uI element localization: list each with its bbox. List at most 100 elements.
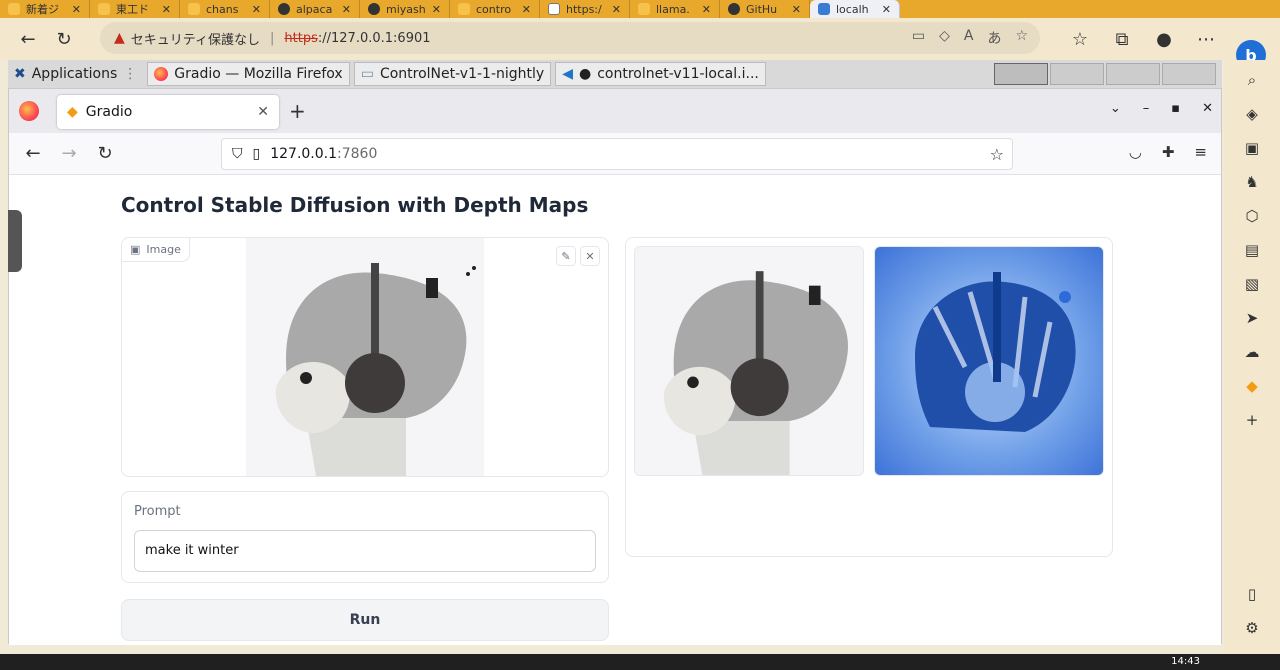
run-button[interactable]: Run xyxy=(121,599,609,641)
workspace-3[interactable] xyxy=(1106,63,1160,85)
edge-tab[interactable]: miyash ✕ xyxy=(360,0,450,18)
pocket-icon[interactable]: ◡ xyxy=(1129,143,1142,161)
winter-output-image xyxy=(875,247,1103,475)
shopping-icon[interactable]: ◈ xyxy=(1240,102,1264,126)
forward-icon[interactable]: → xyxy=(51,143,87,164)
collections-icon[interactable]: ⧉ xyxy=(1104,21,1140,57)
gradio-icon[interactable]: ◆ xyxy=(1240,374,1264,398)
edge-sidebar: ⌕ ◈ ▣ ♞ ⬡ ▤ ▧ ➤ ☁ ◆ + ▯ ⚙ xyxy=(1224,60,1280,670)
close-window-icon[interactable]: ✕ xyxy=(1202,101,1213,116)
profile-icon[interactable]: ● xyxy=(1146,21,1182,57)
tag-icon[interactable]: ◇ xyxy=(939,28,950,48)
gradio-page: Control Stable Diffusion with Depth Maps… xyxy=(9,175,1221,645)
shield-icon: ⛉ xyxy=(232,146,243,162)
firefox-view-icon[interactable] xyxy=(19,101,39,121)
clipboard-icon[interactable]: ▭ xyxy=(912,28,925,48)
close-icon[interactable]: ✕ xyxy=(257,104,269,120)
edge-address-bar[interactable]: ▲ セキュリティ保護なし | https://127.0.0.1:6901 ▭ … xyxy=(100,22,1040,54)
menu-separator-icon: ⋮ xyxy=(123,66,138,82)
firefox-window: ◆ Gradio ✕ + ⌄ – ▪ ✕ ← → ↻ ⛉ ▯ 127.0.0.1… xyxy=(8,88,1222,645)
edge-tab[interactable]: alpaca ✕ xyxy=(270,0,360,18)
workspace-4[interactable] xyxy=(1162,63,1216,85)
split-view-icon[interactable]: ▯ xyxy=(1240,582,1264,606)
gallery-item-depth[interactable] xyxy=(634,246,864,476)
settings-icon[interactable]: ⚙ xyxy=(1240,616,1264,640)
taskbar-clock: 14:43 xyxy=(1171,656,1200,667)
close-icon[interactable]: ✕ xyxy=(792,3,801,16)
xfce-icon: ✖ xyxy=(14,66,26,82)
close-icon[interactable]: ✕ xyxy=(252,3,261,16)
edge-tab[interactable]: 東工ド ✕ xyxy=(90,0,180,18)
reload-icon[interactable]: ↻ xyxy=(87,143,123,164)
image-label: ▣ Image xyxy=(122,238,190,262)
microsoft365-icon[interactable]: ⬡ xyxy=(1240,204,1264,228)
extensions-icon[interactable]: ✚ xyxy=(1162,143,1175,161)
clear-icon[interactable]: ✕ xyxy=(580,246,600,266)
image-input[interactable]: ▣ Image ✎ ✕ xyxy=(121,237,609,477)
workspace-switcher xyxy=(994,63,1216,85)
outlook-icon[interactable]: ▤ xyxy=(1240,238,1264,262)
sidebar-toggle-handle[interactable] xyxy=(8,210,22,272)
menu-icon[interactable]: ≡ xyxy=(1194,143,1207,161)
depth-map-graphic xyxy=(246,238,484,476)
close-icon[interactable]: ✕ xyxy=(342,3,351,16)
github-icon xyxy=(278,3,290,15)
back-icon[interactable]: ← xyxy=(10,21,46,57)
onedrive-icon[interactable]: ☁ xyxy=(1240,340,1264,364)
firefox-icon xyxy=(154,67,169,81)
maximize-icon[interactable]: ▪ xyxy=(1171,101,1180,116)
url-bar[interactable]: ⛉ ▯ 127.0.0.1:7860 ☆ xyxy=(221,138,1013,170)
image-creator-icon[interactable]: ▧ xyxy=(1240,272,1264,296)
edge-tab-active[interactable]: localh ✕ xyxy=(810,0,900,18)
output-gallery xyxy=(625,237,1113,557)
close-icon[interactable]: ✕ xyxy=(882,3,891,16)
address-actions: ▭ ◇ A あ ☆ xyxy=(912,28,1028,48)
close-icon[interactable]: ✕ xyxy=(522,3,531,16)
taskbar-window-firefox[interactable]: Gradio — Mozilla Firefox xyxy=(147,62,350,86)
edge-tab[interactable]: contro ✕ xyxy=(450,0,540,18)
search-icon[interactable]: ⌕ xyxy=(1240,68,1264,92)
edge-tab[interactable]: 新着ジ ✕ xyxy=(0,0,90,18)
edit-icon[interactable]: ✎ xyxy=(556,246,576,266)
tab-favicon-icon xyxy=(98,3,110,15)
close-icon[interactable]: ✕ xyxy=(72,3,81,16)
prompt-input[interactable]: make it winter xyxy=(134,530,596,572)
edge-tab[interactable]: chans ✕ xyxy=(180,0,270,18)
new-tab-icon[interactable]: + xyxy=(289,99,306,123)
image-tools: ✎ ✕ xyxy=(556,246,600,266)
back-icon[interactable]: ← xyxy=(15,143,51,164)
firefox-nav-bar: ← → ↻ ⛉ ▯ 127.0.0.1:7860 ☆ ◡ ✚ ≡ xyxy=(9,133,1221,175)
send-icon[interactable]: ➤ xyxy=(1240,306,1264,330)
taskbar-window-folder[interactable]: ▭ ControlNet-v1-1-nightly xyxy=(353,62,552,86)
more-icon[interactable]: ⋯ xyxy=(1188,21,1224,57)
page-icon xyxy=(548,3,560,15)
taskbar-window-vscode[interactable]: ◀ ● controlnet-v11-local.i... xyxy=(555,62,766,86)
translate-icon[interactable]: あ xyxy=(987,28,1001,48)
close-icon[interactable]: ✕ xyxy=(432,3,441,16)
tools-icon[interactable]: ▣ xyxy=(1240,136,1264,160)
close-icon[interactable]: ✕ xyxy=(702,3,711,16)
gallery-item-winter[interactable] xyxy=(874,246,1104,476)
edge-tab[interactable]: GitHu ✕ xyxy=(720,0,810,18)
minimize-icon[interactable]: – xyxy=(1143,101,1150,116)
image-icon: ▣ xyxy=(130,243,141,256)
read-aloud-icon[interactable]: A xyxy=(964,28,974,48)
add-icon[interactable]: + xyxy=(1240,408,1264,432)
favorites-icon[interactable]: ☆ xyxy=(1062,21,1098,57)
applications-menu[interactable]: ✖ Applications ⋮ xyxy=(8,62,143,86)
unsaved-dot-icon: ● xyxy=(578,66,592,82)
list-tabs-icon[interactable]: ⌄ xyxy=(1110,101,1121,116)
workspace-1[interactable] xyxy=(994,63,1048,85)
favorite-add-icon[interactable]: ☆ xyxy=(1015,28,1028,48)
bookmark-star-icon[interactable]: ☆ xyxy=(990,145,1004,164)
tab-gradio[interactable]: ◆ Gradio ✕ xyxy=(57,95,279,129)
close-icon[interactable]: ✕ xyxy=(162,3,171,16)
games-icon[interactable]: ♞ xyxy=(1240,170,1264,194)
edge-tab[interactable]: llama. ✕ xyxy=(630,0,720,18)
refresh-icon[interactable]: ↻ xyxy=(46,21,82,57)
close-icon[interactable]: ✕ xyxy=(612,3,621,16)
remote-desktop-panel: ✖ Applications ⋮ Gradio — Mozilla Firefo… xyxy=(8,60,1222,88)
edge-tab[interactable]: https:/✕ xyxy=(540,0,630,18)
firefox-toolbar-right: ◡ ✚ ≡ xyxy=(1129,143,1207,161)
workspace-2[interactable] xyxy=(1050,63,1104,85)
